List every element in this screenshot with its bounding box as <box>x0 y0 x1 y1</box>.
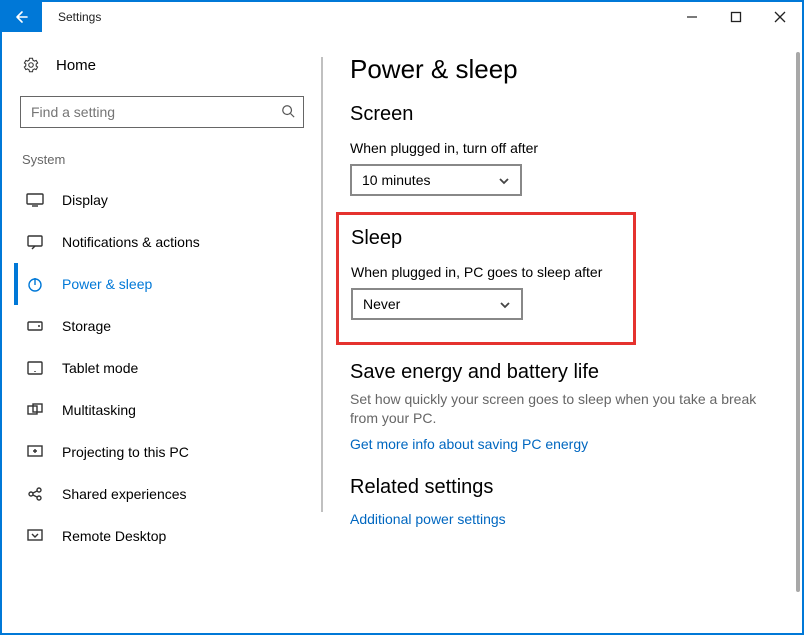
maximize-button[interactable] <box>714 2 758 32</box>
sidebar-item-label: Power & sleep <box>62 276 152 292</box>
sidebar-item-label: Shared experiences <box>62 486 187 502</box>
settings-window: Settings Home <box>0 0 804 635</box>
multitasking-icon <box>26 401 44 419</box>
sidebar-item-label: Multitasking <box>62 402 136 418</box>
chevron-down-icon <box>498 174 510 186</box>
additional-power-settings-link[interactable]: Additional power settings <box>350 511 782 527</box>
sidebar-item-power-sleep[interactable]: Power & sleep <box>14 263 310 305</box>
screen-turnoff-value: 10 minutes <box>362 172 430 188</box>
section-heading-sleep: Sleep <box>351 227 621 250</box>
sidebar-item-storage[interactable]: Storage <box>14 305 310 347</box>
screen-turnoff-select[interactable]: 10 minutes <box>350 164 522 196</box>
sidebar: Home System Display Notifications & acti… <box>2 32 322 633</box>
sidebar-item-notifications[interactable]: Notifications & actions <box>14 221 310 263</box>
projecting-icon <box>26 443 44 461</box>
window-title: Settings <box>42 2 101 32</box>
sleep-highlight-box: Sleep When plugged in, PC goes to sleep … <box>336 212 636 345</box>
search-icon <box>281 104 295 121</box>
chevron-down-icon <box>499 298 511 310</box>
home-link[interactable]: Home <box>14 50 310 96</box>
back-button[interactable] <box>2 2 42 32</box>
sidebar-item-label: Storage <box>62 318 111 334</box>
power-icon <box>26 275 44 293</box>
minimize-button[interactable] <box>670 2 714 32</box>
sidebar-item-label: Display <box>62 192 108 208</box>
sleep-after-value: Never <box>363 296 400 312</box>
sidebar-item-shared-experiences[interactable]: Shared experiences <box>14 473 310 515</box>
section-heading-related: Related settings <box>350 476 782 499</box>
sidebar-group-label: System <box>14 152 310 179</box>
sleep-after-select[interactable]: Never <box>351 288 523 320</box>
home-label: Home <box>56 57 96 74</box>
remote-desktop-icon <box>26 527 44 545</box>
page-title: Power & sleep <box>350 54 782 85</box>
sidebar-item-label: Tablet mode <box>62 360 138 376</box>
gear-icon <box>22 56 40 74</box>
titlebar: Settings <box>2 2 802 32</box>
content-pane: Power & sleep Screen When plugged in, tu… <box>322 32 802 633</box>
energy-info-link[interactable]: Get more info about saving PC energy <box>350 436 782 452</box>
sidebar-item-label: Remote Desktop <box>62 528 166 544</box>
sidebar-item-remote-desktop[interactable]: Remote Desktop <box>14 515 310 557</box>
sidebar-item-multitasking[interactable]: Multitasking <box>14 389 310 431</box>
section-heading-energy: Save energy and battery life <box>350 361 782 384</box>
close-button[interactable] <box>758 2 802 32</box>
screen-turnoff-label: When plugged in, turn off after <box>350 140 782 156</box>
sidebar-item-label: Projecting to this PC <box>62 444 189 460</box>
storage-icon <box>26 317 44 335</box>
scrollbar[interactable] <box>796 52 800 592</box>
search-box[interactable] <box>20 96 304 128</box>
sidebar-item-projecting[interactable]: Projecting to this PC <box>14 431 310 473</box>
energy-help-text: Set how quickly your screen goes to slee… <box>350 390 768 428</box>
sidebar-item-label: Notifications & actions <box>62 234 200 250</box>
tablet-icon <box>26 359 44 377</box>
notifications-icon <box>26 233 44 251</box>
window-controls <box>670 2 802 32</box>
shared-icon <box>26 485 44 503</box>
sidebar-item-display[interactable]: Display <box>14 179 310 221</box>
sleep-after-label: When plugged in, PC goes to sleep after <box>351 264 621 280</box>
section-heading-screen: Screen <box>350 103 782 126</box>
display-icon <box>26 191 44 209</box>
search-input[interactable] <box>29 103 281 121</box>
sidebar-item-tablet-mode[interactable]: Tablet mode <box>14 347 310 389</box>
